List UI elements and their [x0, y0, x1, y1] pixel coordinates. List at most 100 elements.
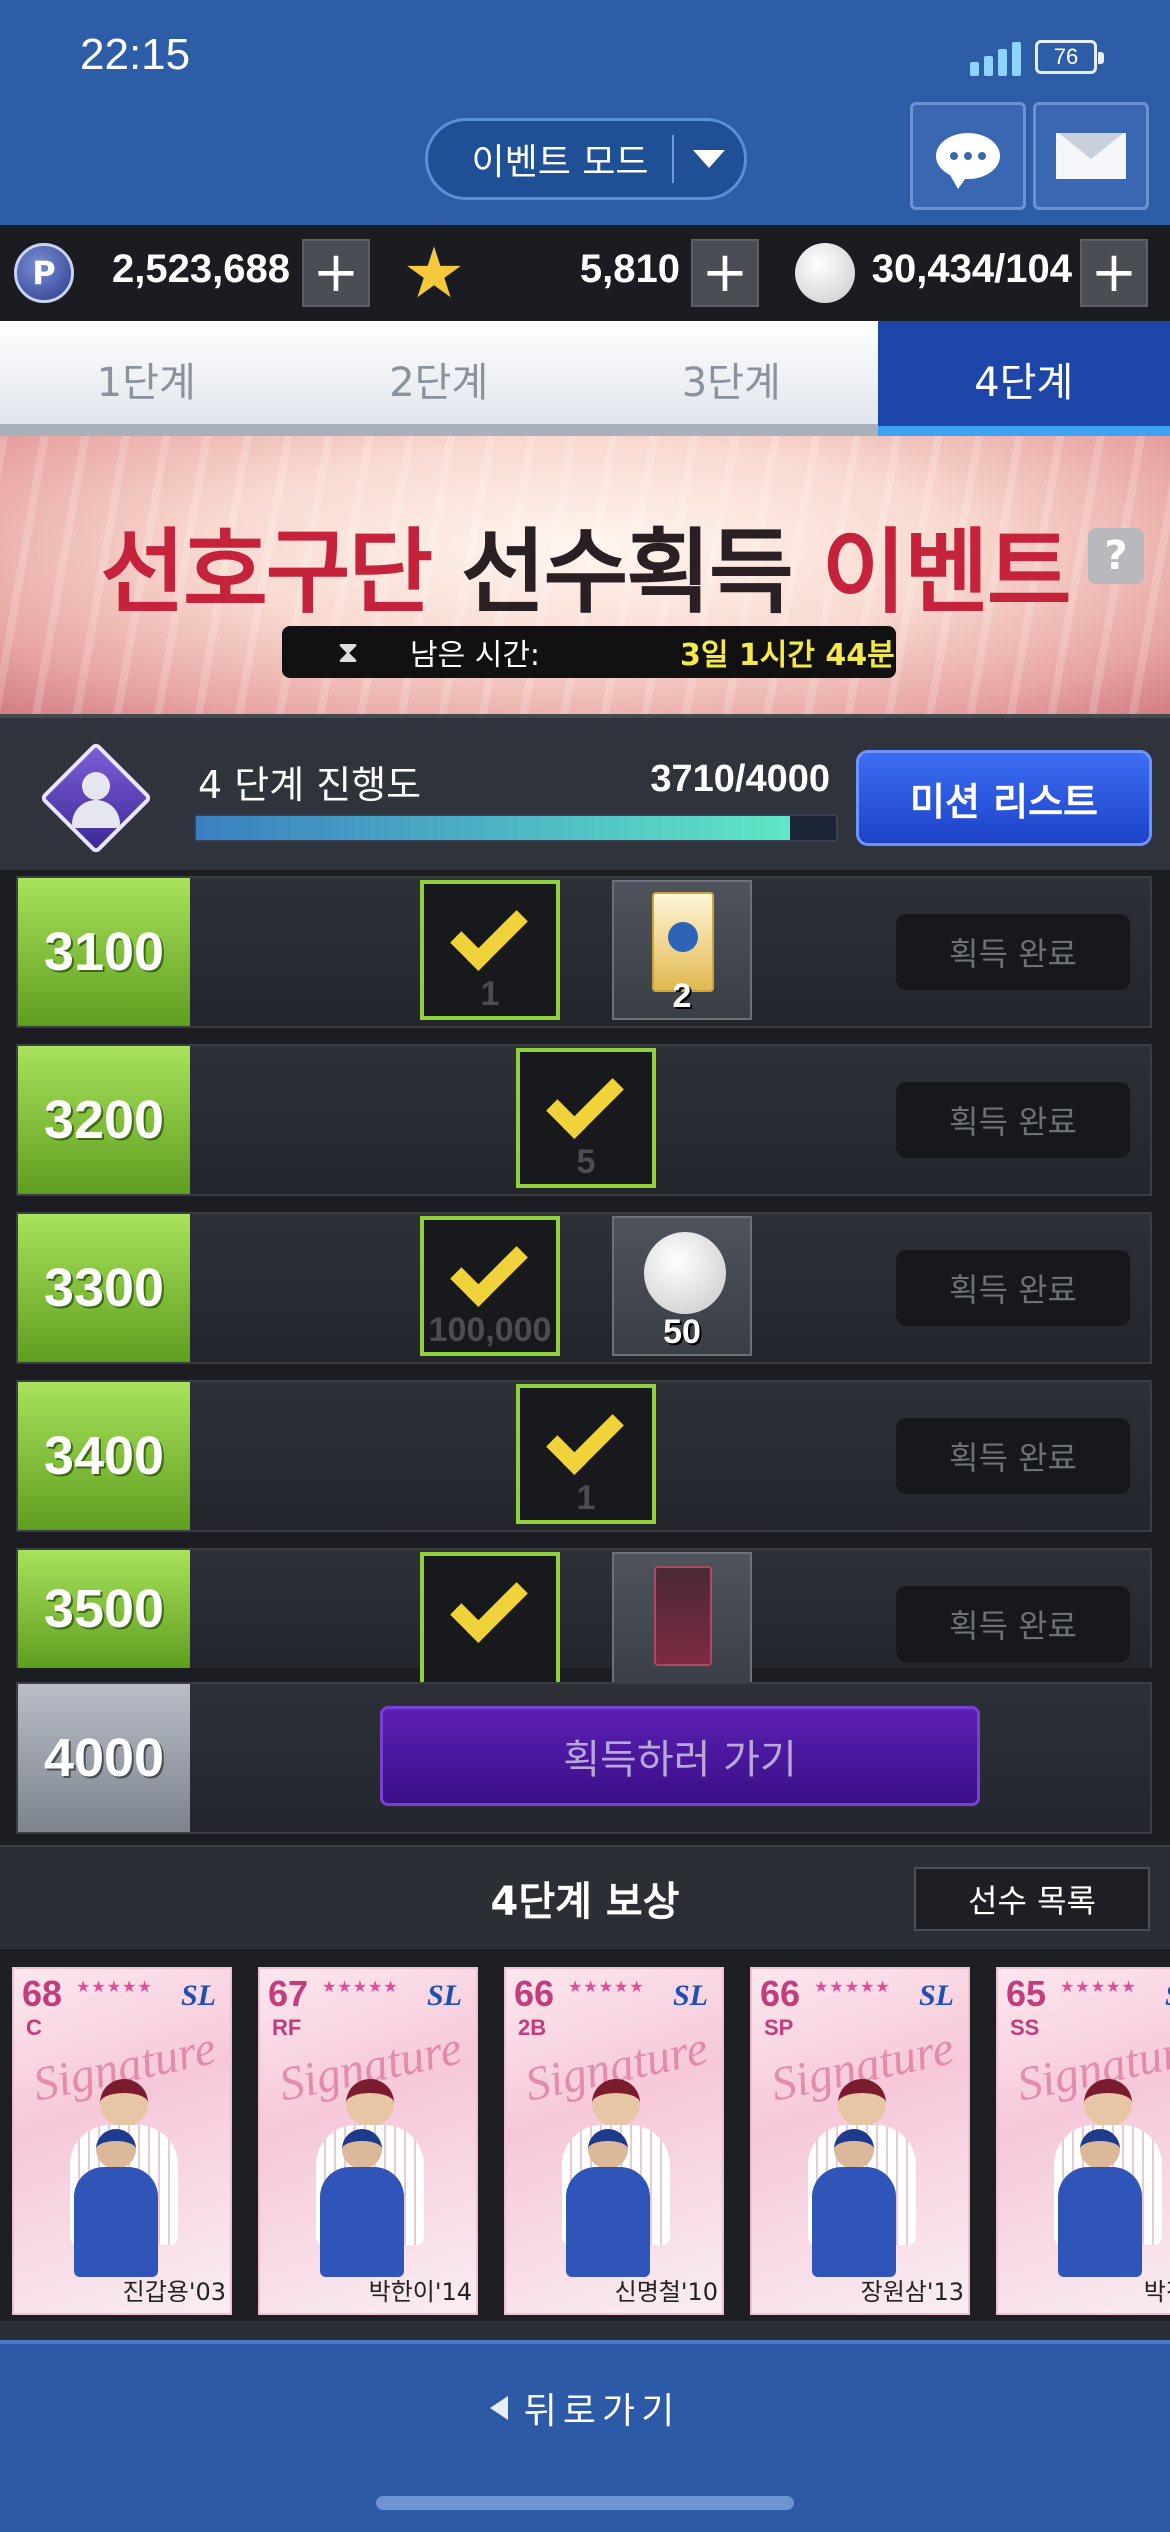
check-icon [450, 1229, 528, 1307]
timer-value: 3일 1시간 44분 [680, 638, 895, 673]
reward-row: 3300 100,000 50 획득 완료 [16, 1212, 1152, 1364]
reward-item-claimed: 5 [516, 1048, 656, 1188]
add-stars-button[interactable]: + [691, 239, 759, 307]
claimed-status-button: 획득 완료 [896, 1586, 1130, 1662]
stars-value: 5,810 [579, 247, 680, 291]
baseball-icon [795, 243, 855, 303]
signal-icon [970, 40, 1021, 76]
banner-title: 선호구단 선수획득 이벤트 [0, 498, 1170, 631]
reward-qty: 1 [576, 1479, 596, 1517]
player-image-inset [68, 2129, 164, 2279]
points-value: 2,523,688 [112, 247, 290, 291]
add-points-button[interactable]: + [302, 239, 370, 307]
reward-row: 3100 1 2 획득 완료 [16, 876, 1152, 1028]
player-image-inset [560, 2129, 656, 2279]
progress-bar-fill [196, 816, 790, 840]
top-bar: 22:15 76 이벤트 모드 [0, 0, 1170, 225]
card-player-name: 신명철'10 [614, 2278, 718, 2306]
tab-stage-2[interactable]: 2단계 [293, 321, 586, 436]
mail-icon [1056, 133, 1126, 179]
card-position: 2B [518, 2015, 547, 2040]
reward-qty: 100,000 [428, 1311, 552, 1349]
player-card[interactable]: Signature 66 2B ★★★★★ SL 신명철'10 [504, 1967, 724, 2315]
reward-qty: 1 [480, 975, 500, 1013]
mail-button[interactable] [1033, 102, 1149, 210]
card-player-name: 장원삼'13 [860, 2278, 964, 2306]
card-player-name: 진갑용'03 [122, 2278, 226, 2306]
home-indicator[interactable] [376, 2496, 794, 2510]
reward-row: 3400 1 획득 완료 [16, 1380, 1152, 1532]
progress-bar [194, 814, 838, 842]
player-card[interactable]: Signature 67 RF ★★★★★ SL 박한이'14 [258, 1967, 478, 2315]
check-icon [546, 1397, 624, 1475]
reward-threshold: 3400 [18, 1382, 190, 1530]
reward-item-claimed [420, 1552, 560, 1692]
reward-item-claimed: 100,000 [420, 1216, 560, 1356]
battery-icon: 76 [1035, 40, 1104, 74]
claimed-status-button: 획득 완료 [896, 1082, 1130, 1158]
card-overall: 67 [268, 1973, 309, 2014]
reward-item-baseball: 50 [612, 1216, 752, 1356]
claimed-status-button: 획득 완료 [896, 914, 1130, 990]
back-button[interactable]: 뒤로가기 [0, 2368, 1170, 2448]
progress-count: 3710/4000 [650, 758, 830, 800]
card-stars: ★★★★★ [322, 1977, 399, 1996]
reward-item-claimed: 1 [420, 880, 560, 1020]
tab-stage-1[interactable]: 1단계 [0, 321, 293, 436]
player-card[interactable]: Signature 66 SP ★★★★★ SL 장원삼'13 [750, 1967, 970, 2315]
team-badge-icon: SL [1165, 1979, 1170, 2013]
chat-button[interactable] [910, 102, 1026, 210]
p-point-icon: P [14, 243, 74, 303]
card-stars: ★★★★★ [1060, 1977, 1137, 1996]
reward-item-ticket [612, 1552, 752, 1692]
player-list-button[interactable]: 선수 목록 [914, 1867, 1150, 1931]
reward-qty: 5 [576, 1143, 596, 1181]
player-image-inset [806, 2129, 902, 2279]
player-card[interactable]: Signature 68 C ★★★★★ SL 진갑용'03 [12, 1967, 232, 2315]
footer: 뒤로가기 [0, 2340, 1170, 2532]
card-position: RF [272, 2015, 302, 2040]
card-stars: ★★★★★ [814, 1977, 891, 1996]
add-baseballs-button[interactable]: + [1080, 239, 1148, 307]
team-badge-icon: SL [918, 1979, 954, 2012]
stage-tabs: 1단계 2단계 3단계 4단계 [0, 321, 1170, 436]
team-badge-icon: SL [426, 1979, 462, 2012]
go-claim-button[interactable]: 획득하러 가기 [380, 1706, 980, 1806]
card-position: SP [764, 2015, 794, 2040]
player-card-carousel[interactable]: Signature 68 C ★★★★★ SL 진갑용'03 Signature 67 RF ★★… [0, 1949, 1170, 2321]
star-icon: ★ [402, 232, 466, 314]
card-overall: 68 [22, 1973, 63, 2014]
currency-bar: P 2,523,688 + ★ 5,810 + 30,434/104 + [0, 225, 1170, 321]
help-button[interactable]: ? [1088, 528, 1144, 584]
card-stars: ★★★★★ [568, 1977, 645, 1996]
tab-stage-3[interactable]: 3단계 [585, 321, 878, 436]
reward-row-final: 4000 획득하러 가기 [16, 1682, 1152, 1834]
player-card[interactable]: Signature65SS★★★★★SL박진만 [996, 1967, 1170, 2315]
reward-list[interactable]: 3100 1 2 획득 완료 3200 5 획득 완료 3300 100,000… [0, 870, 1170, 1845]
tab-stage-4[interactable]: 4단계 [877, 321, 1170, 436]
card-player-name: 박한이'14 [368, 2278, 472, 2306]
card-overall: 65 [1006, 1973, 1047, 2014]
team-badge-icon: SL [180, 1979, 216, 2012]
reward-qty: 50 [663, 1313, 701, 1351]
mission-list-button[interactable]: 미션 리스트 [856, 750, 1152, 846]
claimed-status-button: 획득 완료 [896, 1418, 1130, 1494]
card-overall: 66 [760, 1973, 801, 2014]
reward-item-pack: 2 [612, 880, 752, 1020]
banner-title-part3: 이벤트 [821, 519, 1072, 626]
reward-threshold: 4000 [18, 1684, 190, 1832]
scout-ticket-icon [654, 1566, 712, 1666]
reward-threshold: 3200 [18, 1046, 190, 1194]
player-image-inset [1052, 2129, 1148, 2279]
mode-dropdown[interactable]: 이벤트 모드 [425, 118, 747, 200]
banner-title-part2: 선수획득 [461, 519, 794, 626]
timer-label: 남은 시간: [410, 638, 541, 673]
reward-row: 3500 획득 완료 [16, 1548, 1152, 1692]
back-label: 뒤로가기 [523, 2391, 681, 2432]
team-badge-icon: SL [672, 1979, 708, 2012]
remaining-time: ⧗ 남은 시간: 3일 1시간 44분 [282, 626, 896, 678]
reward-threshold: 3300 [18, 1214, 190, 1362]
chat-icon [936, 133, 1000, 189]
card-overall: 66 [514, 1973, 555, 2014]
reward-threshold: 3500 [18, 1550, 190, 1668]
